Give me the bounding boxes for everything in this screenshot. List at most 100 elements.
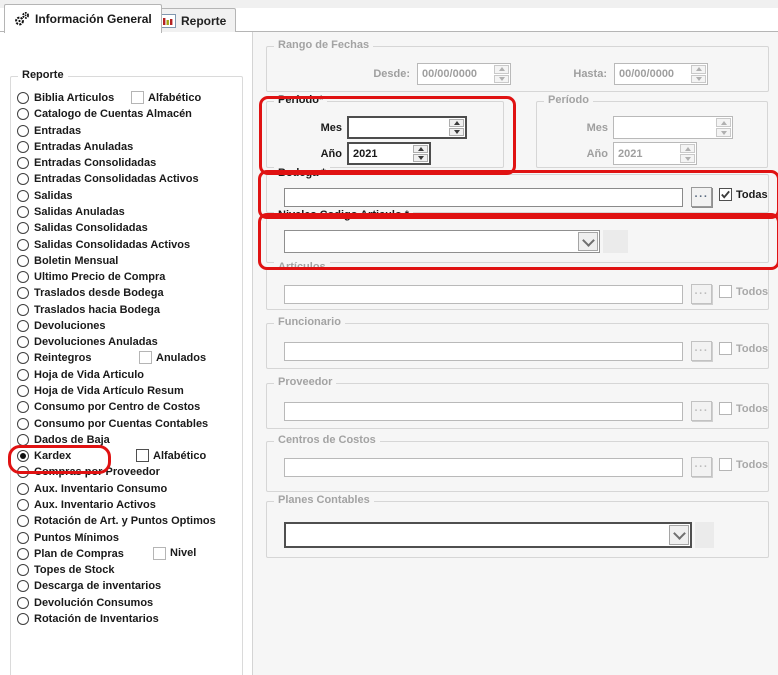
centros-costos-input xyxy=(284,458,683,477)
report-option-label: Rotación de Art. y Puntos Optimos xyxy=(34,515,216,527)
report-option-reintegros[interactable]: ReintegrosAnulados xyxy=(17,350,91,366)
report-option-rotaci-n-de-inventarios[interactable]: Rotación de Inventarios xyxy=(17,611,159,627)
niveles-combobox[interactable] xyxy=(284,230,600,253)
report-option-puntos-m-nimos[interactable]: Puntos Mínimos xyxy=(17,530,119,546)
mes-input-disabled xyxy=(613,116,733,139)
report-option-traslados-hacia-bodega[interactable]: Traslados hacia Bodega xyxy=(17,302,160,318)
report-option-entradas[interactable]: Entradas xyxy=(17,123,81,139)
mes-input[interactable] xyxy=(347,116,467,139)
radio-icon xyxy=(17,222,29,234)
report-option-devoluciones[interactable]: Devoluciones xyxy=(17,318,106,334)
groupbox-title: Niveles Codigo Articulo * xyxy=(274,209,413,221)
ano-input[interactable]: 2021 xyxy=(347,142,431,165)
report-options-area: Reporte Biblia ArticulosAlfabéticoCatalo… xyxy=(0,32,252,675)
inline-checkbox[interactable]: Alfabético xyxy=(136,449,206,462)
radio-icon xyxy=(17,320,29,332)
proveedor-input xyxy=(284,402,683,421)
checkbox-icon xyxy=(719,285,732,298)
report-option-catalogo-de-cuentas-almac-n[interactable]: Catalogo de Cuentas Almacén xyxy=(17,106,192,122)
report-option-label: Salidas Consolidadas xyxy=(34,222,148,234)
planes-side-filler xyxy=(695,522,714,548)
ano-input-disabled: 2021 xyxy=(613,142,697,165)
report-option-compras-por-proveedor[interactable]: Compras por Proveedor xyxy=(17,464,160,480)
chevron-down-icon[interactable] xyxy=(669,525,689,545)
niveles-groupbox: Niveles Codigo Articulo * xyxy=(266,216,769,263)
inline-checkbox: Anulados xyxy=(139,351,206,364)
checkbox-icon xyxy=(719,342,732,355)
desde-label: Desde: xyxy=(322,68,410,80)
report-option-plan-de-compras[interactable]: Plan de ComprasNivel xyxy=(17,546,124,562)
radio-icon xyxy=(17,597,29,609)
chevron-down-icon[interactable] xyxy=(578,232,598,251)
report-option-label: Dados de Baja xyxy=(34,434,110,446)
mes-label: Mes xyxy=(295,122,342,134)
groupbox-title: Período xyxy=(544,94,593,106)
report-option-label: Entradas Consolidadas xyxy=(34,157,156,169)
planes-contables-groupbox: Planes Contables xyxy=(266,501,769,558)
report-option-consumo-por-cuentas-contables[interactable]: Consumo por Cuentas Contables xyxy=(17,416,208,432)
report-option-label: Hoja de Vida Artículo Resum xyxy=(34,385,184,397)
report-option-label: Devolución Consumos xyxy=(34,597,153,609)
report-option-entradas-anuladas[interactable]: Entradas Anuladas xyxy=(17,139,133,155)
radio-icon xyxy=(17,255,29,267)
radio-icon xyxy=(17,352,29,364)
report-option-label: Entradas xyxy=(34,125,81,137)
radio-icon xyxy=(17,613,29,625)
report-option-hoja-de-vida-art-culo-resum[interactable]: Hoja de Vida Artículo Resum xyxy=(17,383,184,399)
report-option-label: Traslados desde Bodega xyxy=(34,287,164,299)
tab-informacion-general[interactable]: Información General xyxy=(4,4,162,33)
periodo-activo-groupbox: Período* Mes Año 2021 xyxy=(266,101,504,168)
report-option-salidas-anuladas[interactable]: Salidas Anuladas xyxy=(17,204,125,220)
groupbox-title: Centros de Costos xyxy=(274,434,380,446)
hasta-spinner xyxy=(691,65,706,83)
report-option-dados-de-baja[interactable]: Dados de Baja xyxy=(17,432,110,448)
report-option-salidas-consolidadas-activos[interactable]: Salidas Consolidadas Activos xyxy=(17,237,190,253)
bodega-todas-checkbox[interactable]: Todas xyxy=(719,188,768,201)
report-option-entradas-consolidadas-activos[interactable]: Entradas Consolidadas Activos xyxy=(17,171,199,187)
checkbox-icon xyxy=(719,402,732,415)
report-option-hoja-de-vida-articulo[interactable]: Hoja de Vida Articulo xyxy=(17,367,144,383)
hasta-date-input: 00/00/0000 xyxy=(614,63,708,85)
report-option-label: Salidas Consolidadas Activos xyxy=(34,239,190,251)
report-option-topes-de-stock[interactable]: Topes de Stock xyxy=(17,562,114,578)
report-option-devoluci-n-consumos[interactable]: Devolución Consumos xyxy=(17,595,153,611)
report-option-rotaci-n-de-art-y-puntos-optimos[interactable]: Rotación de Art. y Puntos Optimos xyxy=(17,513,216,529)
report-radio-list: Biblia ArticulosAlfabéticoCatalogo de Cu… xyxy=(17,90,237,630)
report-option-descarga-de-inventarios[interactable]: Descarga de inventarios xyxy=(17,578,161,594)
radio-icon xyxy=(17,141,29,153)
report-option-boletin-mensual[interactable]: Boletin Mensual xyxy=(17,253,118,269)
radio-icon xyxy=(17,434,29,446)
ano-spinner[interactable] xyxy=(413,145,428,162)
report-option-consumo-por-centro-de-costos[interactable]: Consumo por Centro de Costos xyxy=(17,399,200,415)
bodega-input[interactable] xyxy=(284,188,683,207)
filters-panel: Rango de Fechas Desde: 00/00/0000 Hasta:… xyxy=(252,32,778,675)
tab-reporte[interactable]: Reporte xyxy=(150,8,236,32)
report-option-label: Entradas Anuladas xyxy=(34,141,133,153)
report-option-salidas-consolidadas[interactable]: Salidas Consolidadas xyxy=(17,220,148,236)
articulos-input xyxy=(284,285,683,304)
groupbox-title: Planes Contables xyxy=(274,494,374,506)
report-option-entradas-consolidadas[interactable]: Entradas Consolidadas xyxy=(17,155,156,171)
desde-date-input: 00/00/0000 xyxy=(417,63,511,85)
report-option-devoluciones-anuladas[interactable]: Devoluciones Anuladas xyxy=(17,334,158,350)
radio-icon xyxy=(17,287,29,299)
gears-icon xyxy=(14,11,30,27)
report-option-aux-inventario-activos[interactable]: Aux. Inventario Activos xyxy=(17,497,156,513)
planes-contables-combobox[interactable] xyxy=(284,522,692,548)
mes-spinner[interactable] xyxy=(449,119,464,136)
radio-icon xyxy=(17,548,29,560)
bodega-browse-button[interactable]: ··· xyxy=(691,187,712,207)
proveedor-todos-checkbox: Todos xyxy=(719,402,768,415)
report-option-ultimo-precio-de-compra[interactable]: Ultimo Precio de Compra xyxy=(17,269,165,285)
proveedor-groupbox: Proveedor ··· Todos xyxy=(266,383,769,429)
articulos-todos-checkbox: Todos xyxy=(719,285,768,298)
report-option-label: Kardex xyxy=(34,450,71,462)
articulos-groupbox: Artículos ··· Todos xyxy=(266,268,769,310)
ano-label: Año xyxy=(295,148,342,160)
report-option-biblia-articulos[interactable]: Biblia ArticulosAlfabético xyxy=(17,90,114,106)
report-option-aux-inventario-consumo[interactable]: Aux. Inventario Consumo xyxy=(17,481,167,497)
report-option-traslados-desde-bodega[interactable]: Traslados desde Bodega xyxy=(17,285,164,301)
report-option-kardex[interactable]: KardexAlfabético xyxy=(17,448,71,464)
report-option-salidas[interactable]: Salidas xyxy=(17,188,73,204)
mes-label: Mes xyxy=(561,122,608,134)
